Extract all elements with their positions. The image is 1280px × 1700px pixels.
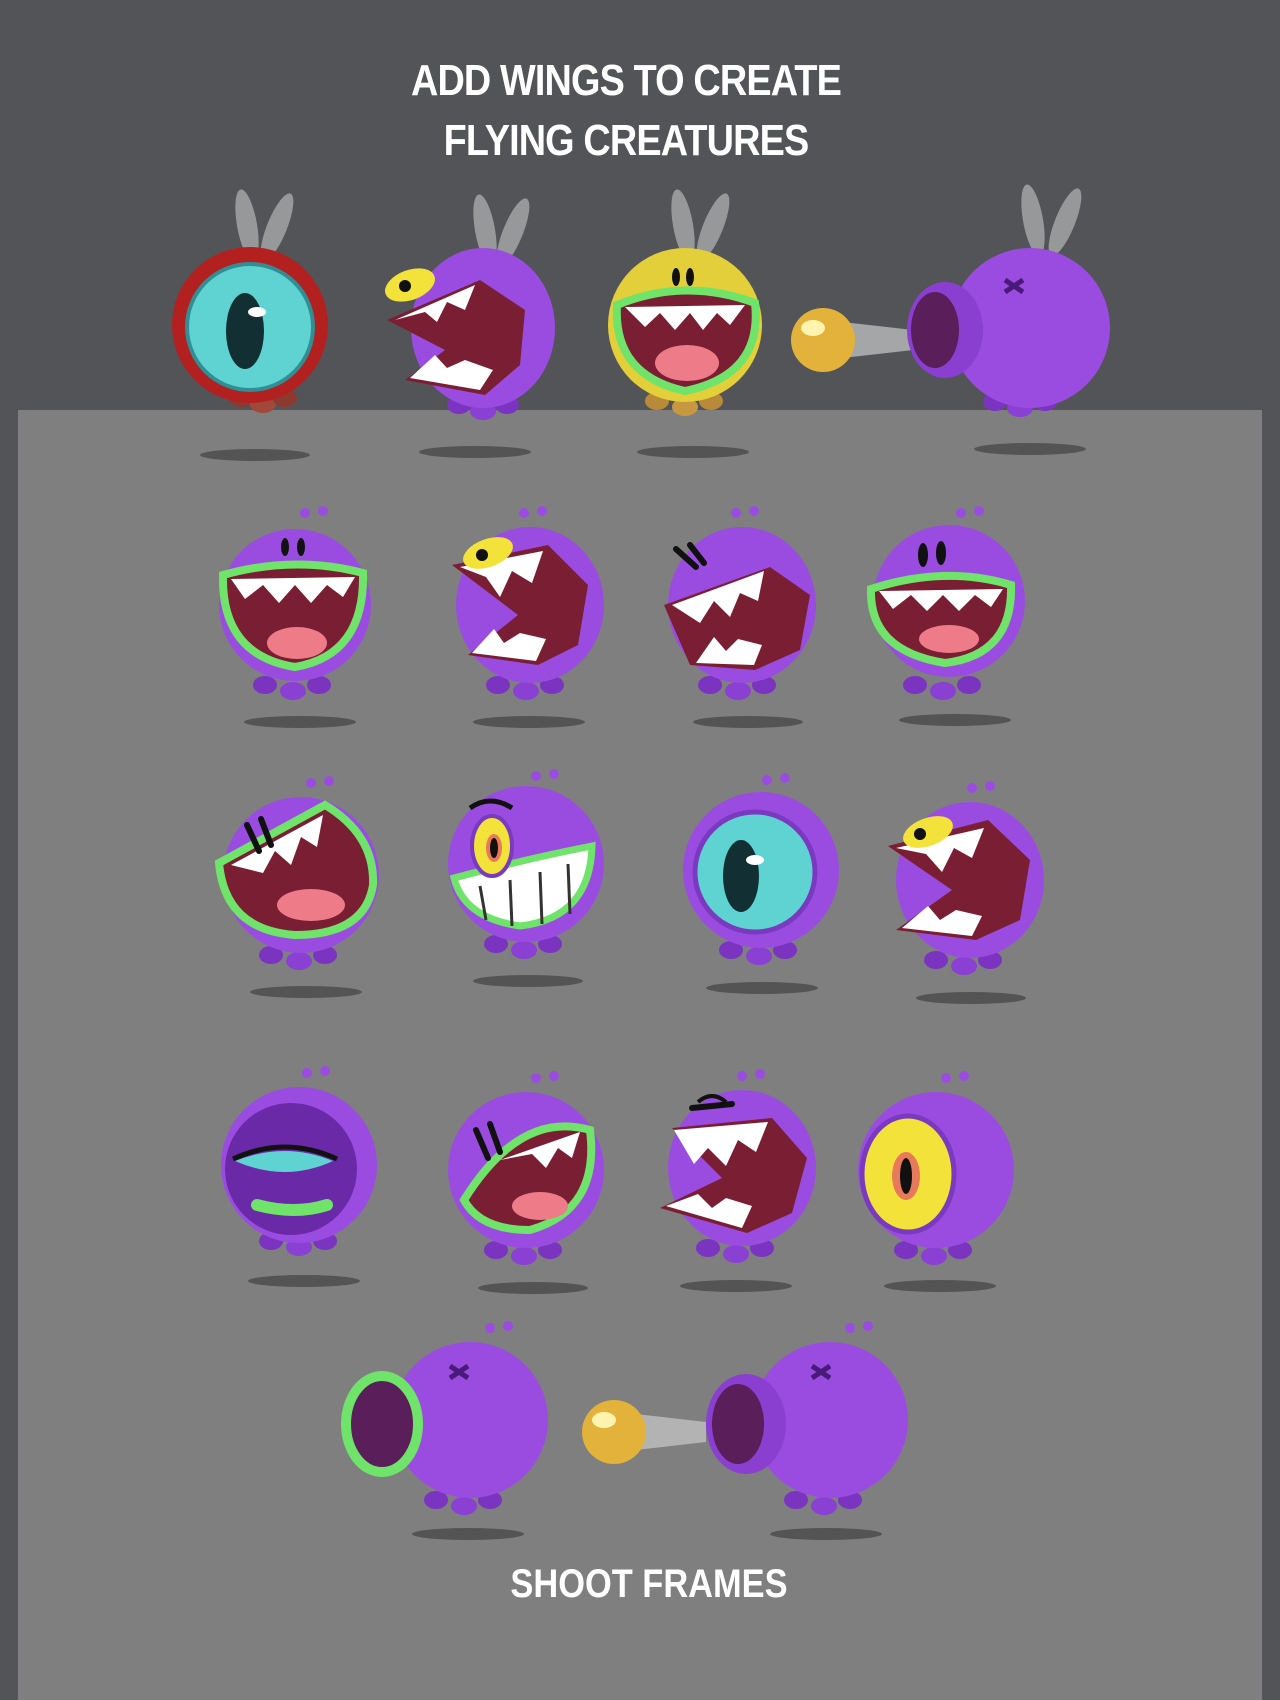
shooter-green-ring bbox=[341, 1321, 548, 1515]
creature-shadow bbox=[899, 714, 1011, 726]
yellow-cyclops bbox=[858, 1071, 1014, 1265]
creature-shadow bbox=[693, 716, 803, 728]
creature-shadow bbox=[244, 716, 356, 728]
creature-shadow bbox=[974, 443, 1086, 455]
creature-shadow bbox=[770, 1528, 882, 1540]
sleepy-cyclops bbox=[221, 1066, 377, 1256]
projectile bbox=[582, 1400, 706, 1464]
barrel bbox=[712, 1384, 764, 1464]
shooter-firing bbox=[706, 1321, 908, 1515]
yellow-grinner-flyer bbox=[608, 189, 762, 416]
creature-shadow bbox=[419, 446, 531, 458]
yellow-eye-grinner bbox=[448, 769, 604, 959]
shoot-frames-caption: SHOOT FRAMES bbox=[510, 1562, 788, 1606]
creature-shadow bbox=[706, 982, 818, 994]
creature-shadow bbox=[916, 992, 1026, 1004]
chomper-left bbox=[664, 506, 816, 700]
pupil bbox=[900, 1158, 912, 1194]
creature-shadow bbox=[200, 449, 310, 461]
wing bbox=[1048, 188, 1082, 256]
one-eyed-red-flyer bbox=[172, 189, 328, 413]
creature-shadow bbox=[478, 1282, 588, 1294]
creature-shadow bbox=[248, 1275, 360, 1287]
creature-shadow bbox=[473, 975, 583, 987]
green-chomper bbox=[214, 776, 379, 970]
creature-shadow bbox=[412, 1528, 524, 1540]
title-line-2: FLYING CREATURES bbox=[443, 116, 810, 165]
yellow-eye-chomper bbox=[888, 781, 1044, 975]
creature-shadow bbox=[680, 1280, 792, 1292]
title-line-1: ADD WINGS TO CREATE bbox=[410, 56, 842, 105]
pupil bbox=[226, 293, 264, 369]
chomper-side bbox=[452, 506, 604, 700]
mouth bbox=[251, 1199, 333, 1216]
lower-panel bbox=[18, 410, 1262, 1700]
green-grinner bbox=[218, 506, 371, 700]
green-grinner-alt bbox=[866, 506, 1025, 700]
chomper-flyer bbox=[385, 194, 555, 420]
creature-shadow bbox=[884, 1280, 996, 1292]
green-smirker bbox=[448, 1071, 604, 1265]
projectile bbox=[791, 308, 913, 372]
chomper-open bbox=[660, 1069, 816, 1263]
teal-cyclops bbox=[683, 773, 839, 965]
creature-shadow bbox=[473, 716, 585, 728]
creature-shadow bbox=[250, 986, 362, 998]
barrel bbox=[341, 1371, 423, 1477]
shooter-flyer bbox=[907, 184, 1110, 417]
pupil bbox=[723, 840, 759, 912]
wing bbox=[1021, 184, 1045, 256]
creature-shadow bbox=[637, 446, 749, 458]
barrel bbox=[911, 292, 959, 368]
